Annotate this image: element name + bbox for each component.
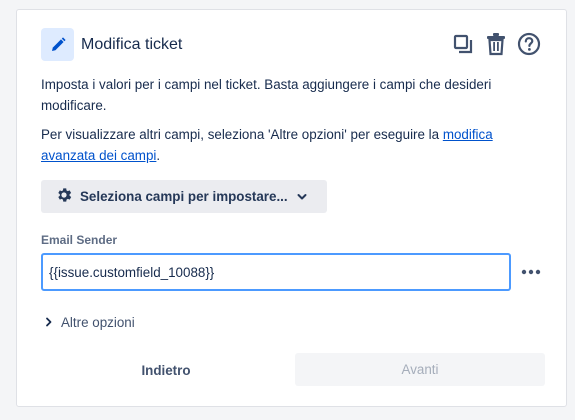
back-button[interactable]: Indietro <box>41 354 291 386</box>
description-text: Imposta i valori per i campi nel ticket.… <box>41 77 492 113</box>
email-sender-label: Email Sender <box>41 233 118 247</box>
duplicate-icon[interactable] <box>450 31 476 57</box>
more-actions-icon[interactable] <box>519 260 543 284</box>
gear-icon <box>55 186 73 207</box>
card-header: Modifica ticket <box>41 28 542 62</box>
advanced-edit-hint: Per visualizzare altri campi, seleziona … <box>41 124 521 166</box>
more-options-toggle[interactable]: Altre opzioni <box>45 315 135 330</box>
card-title: Modifica ticket <box>81 36 183 53</box>
next-button[interactable]: Avanti <box>295 353 545 386</box>
more-options-label: Altre opzioni <box>61 315 135 330</box>
hint-suffix: . <box>156 148 161 163</box>
select-fields-button[interactable]: Seleziona campi per impostare... <box>41 180 327 213</box>
select-fields-label: Seleziona campi per impostare... <box>80 189 288 204</box>
header-actions <box>450 31 542 57</box>
chevron-right-icon <box>45 315 53 330</box>
hint-prefix: Per visualizzare altri campi, seleziona … <box>41 127 443 142</box>
trash-icon[interactable] <box>483 31 509 57</box>
edit-issue-card: Modifica ticket Imposta i valori per i c… <box>16 9 567 407</box>
pencil-icon <box>41 28 74 61</box>
help-icon[interactable] <box>516 31 542 57</box>
chevron-down-icon <box>296 191 308 203</box>
email-sender-input[interactable] <box>41 253 511 291</box>
